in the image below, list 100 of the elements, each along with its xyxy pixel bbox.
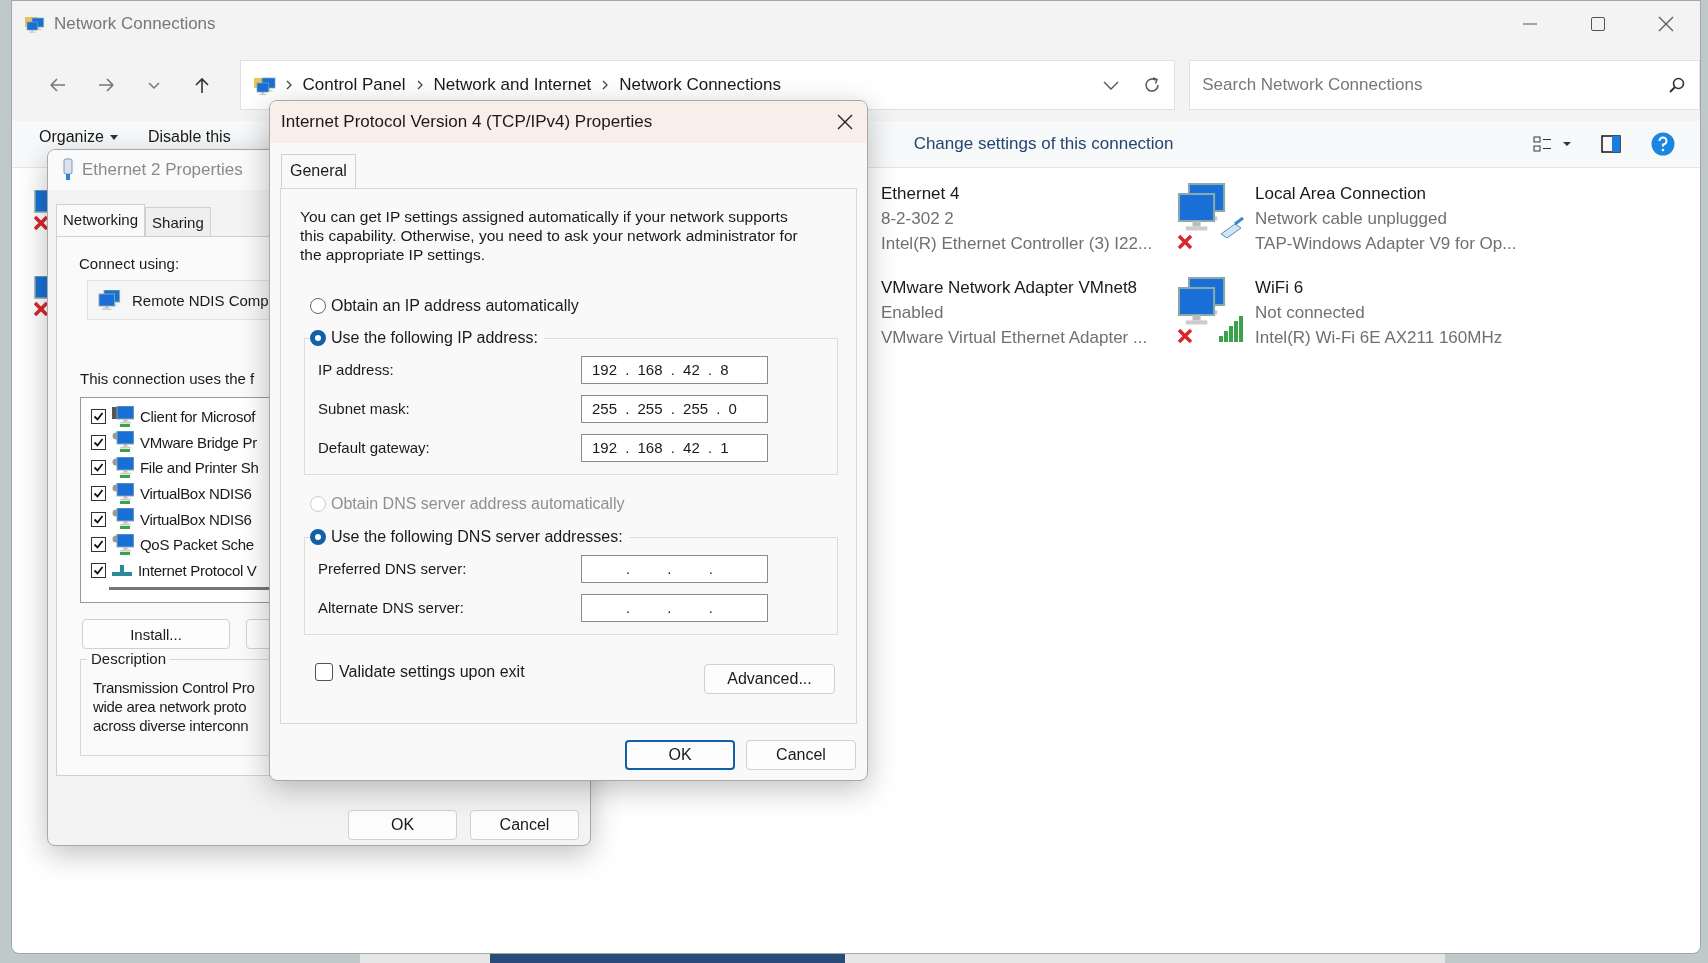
checkbox[interactable] [315, 663, 333, 681]
client-icon [112, 405, 134, 428]
change-settings-button[interactable]: Change settings of this connection [913, 134, 1174, 154]
service-icon [112, 508, 134, 531]
toolbar-button[interactable]: Disable this [147, 128, 231, 146]
radio-button[interactable] [310, 298, 326, 314]
service-icon [112, 457, 134, 479]
checkbox[interactable] [91, 409, 106, 425]
dialog-button[interactable]: OK [348, 810, 457, 840]
chevron-right-icon [415, 79, 424, 91]
preview-pane-button[interactable] [1601, 135, 1621, 153]
service-icon [112, 431, 134, 454]
radio-button[interactable] [310, 330, 326, 346]
connection-status: 8-2-302 2 [881, 209, 955, 229]
dialog-title: Internet Protocol Version 4 (TCP/IPv4) Properties [281, 112, 653, 132]
ethernet-plug-icon [62, 158, 74, 182]
ip-address-field[interactable]: 192 . 168 . 42 . 8 [581, 355, 768, 384]
connection-name: Local Area Connection [1255, 184, 1428, 204]
option-label[interactable]: Obtain an IP address automatically [331, 297, 579, 315]
ip-address-field[interactable]: 255 . 255 . 255 . 0 [581, 394, 768, 423]
chevron-right-icon [284, 79, 293, 91]
tab[interactable]: Sharing [145, 207, 211, 236]
service-icon [112, 533, 134, 556]
field-label: Default gateway: [318, 439, 431, 456]
option-label[interactable]: Use the following IP address: [331, 329, 538, 347]
checkbox-label[interactable]: Validate settings upon exit [339, 663, 525, 681]
checkbox[interactable] [91, 434, 106, 450]
checkmark-icon [93, 411, 104, 423]
component-name[interactable]: QoS Packet Sche [140, 536, 254, 554]
network-folder-icon [252, 74, 277, 96]
install-button[interactable]: Install... [82, 619, 230, 649]
address-dropdown-button[interactable] [1102, 80, 1121, 90]
checkmark-icon [93, 539, 104, 551]
toolbar-button[interactable]: Organize [39, 128, 118, 146]
adapter-name: TAP-Windows Adapter V9 for Op... [1255, 234, 1517, 254]
caret-icon [109, 134, 118, 140]
chevron-right-icon [601, 79, 610, 91]
network-adapter-icon [98, 290, 122, 310]
ip-address-field[interactable]: . . . [581, 593, 768, 622]
description-text: Transmission Control Pro wide area network proto across diverse interconn [93, 678, 256, 735]
component-name[interactable]: Internet Protocol V [138, 561, 257, 579]
checkbox[interactable] [91, 486, 106, 502]
close-icon [1658, 16, 1674, 32]
ip-address-field[interactable]: . . . [581, 554, 768, 583]
minimize-icon [1523, 23, 1537, 25]
connection-status: Network cable unplugged [1255, 209, 1448, 229]
breadcrumb-link[interactable]: Network and Internet [431, 75, 594, 95]
chevron-down-icon [146, 80, 161, 90]
checkmark-icon [93, 488, 104, 500]
components-label: This connection uses the f [80, 370, 255, 387]
view-list-icon [1533, 135, 1571, 153]
connection-name: VMware Network Adapter VMnet8 [881, 278, 1139, 298]
field-label: Preferred DNS server: [318, 560, 468, 577]
checkmark-icon [93, 436, 104, 448]
tab[interactable]: General [281, 154, 356, 188]
advanced-button[interactable]: Advanced... [704, 664, 835, 694]
field-label: Alternate DNS server: [318, 599, 465, 616]
search-field[interactable]: Search Network Connections [1189, 60, 1700, 110]
component-name[interactable]: Client for Microsof [140, 408, 256, 426]
component-name[interactable]: VMware Bridge Pr [140, 433, 257, 451]
adapter-name: Intel(R) Wi-Fi 6E AX211 160MHz [1255, 328, 1503, 348]
component-name[interactable]: File and Printer Sh [140, 459, 259, 477]
dialog-title: Ethernet 2 Properties [82, 160, 243, 180]
checkmark-icon [93, 564, 104, 576]
radio-button[interactable] [310, 529, 326, 545]
connection-status: Enabled [881, 303, 945, 323]
field-label: Subnet mask: [318, 400, 411, 417]
dialog-button[interactable]: OK [625, 740, 735, 770]
chevron-down-icon [1102, 80, 1121, 90]
view-options-button[interactable] [1533, 135, 1571, 153]
field-label: IP address: [318, 361, 395, 378]
adapter-name: VMware Virtual Ethernet Adapter ... [881, 328, 1148, 348]
network-adapter-icon [34, 276, 48, 316]
checkbox[interactable] [91, 460, 106, 476]
checkbox[interactable] [91, 511, 106, 527]
checkbox[interactable] [91, 562, 106, 578]
help-button[interactable] [1651, 132, 1675, 156]
service-icon [112, 482, 134, 505]
search-icon [1667, 76, 1686, 94]
checkmark-icon [93, 513, 104, 525]
checkbox[interactable] [91, 537, 106, 553]
ip-address-field[interactable]: 192 . 168 . 42 . 1 [581, 433, 768, 462]
help-icon [1651, 132, 1675, 156]
adapter-name: Intel(R) Ethernet Controller (3) I22... [881, 234, 1153, 254]
back-arrow-icon [47, 76, 68, 94]
intro-text: You can get IP settings assigned automatically if your network supports this capability. Otherwise, you need to ask your network administrator for the appropriate IP settings. [300, 207, 799, 264]
breadcrumb-link[interactable]: Network Connections [617, 75, 783, 95]
preview-pane-icon [1601, 135, 1621, 153]
tab[interactable]: Networking [56, 204, 146, 236]
breadcrumb-link[interactable]: Control Panel [300, 75, 408, 95]
component-name[interactable]: VirtualBox NDIS6 [140, 510, 252, 528]
dialog-button[interactable]: Cancel [746, 740, 856, 770]
connection-status: Not connected [1255, 303, 1366, 323]
connect-using-label: Connect using: [79, 255, 180, 272]
maximize-icon [1591, 17, 1605, 31]
dialog-button[interactable]: Cancel [470, 810, 579, 840]
connection-name: Ethernet 4 [881, 184, 961, 204]
component-name[interactable]: VirtualBox NDIS6 [140, 485, 252, 503]
description-label: Description [87, 650, 171, 667]
option-label[interactable]: Use the following DNS server addresses: [331, 528, 623, 546]
